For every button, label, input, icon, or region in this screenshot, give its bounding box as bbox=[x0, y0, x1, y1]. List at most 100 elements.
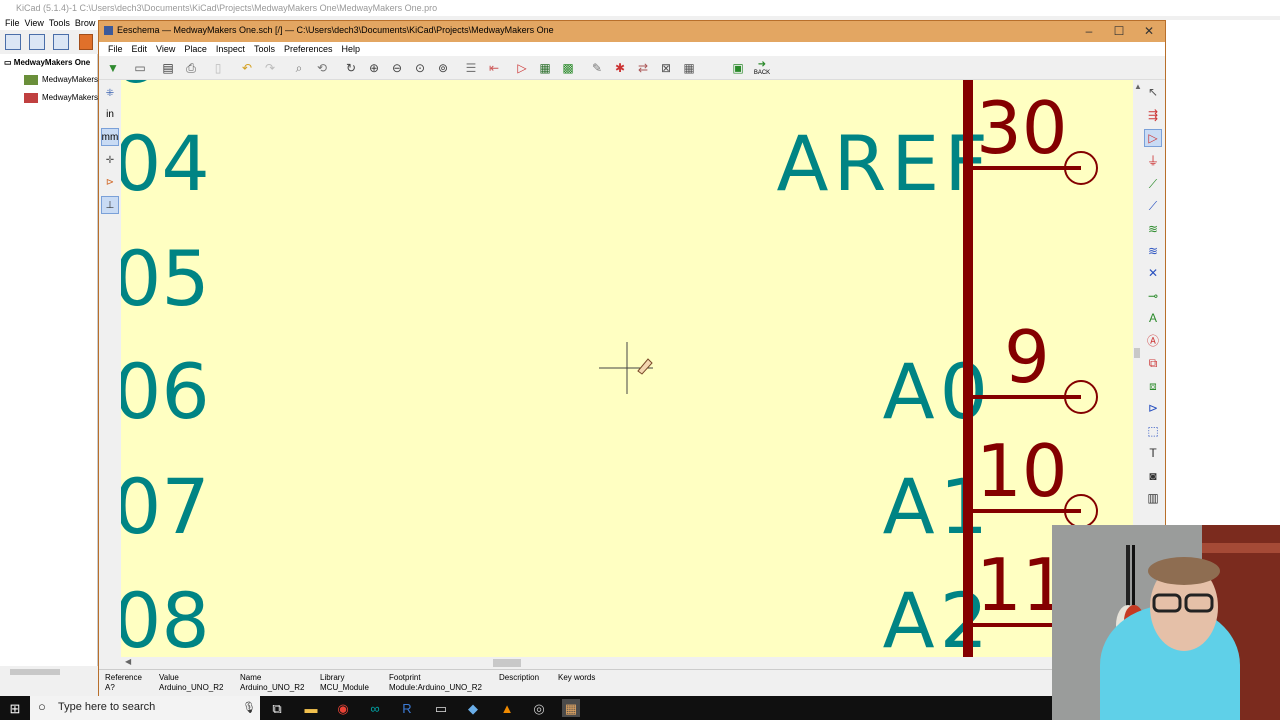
terminal-icon[interactable]: ▭ bbox=[432, 699, 450, 717]
hierarchical-label-icon[interactable]: ⧉ bbox=[1144, 354, 1162, 372]
find-icon[interactable]: ⌕ bbox=[290, 59, 308, 77]
pin-number-9: 9 bbox=[1004, 315, 1050, 399]
paste-icon[interactable]: ▯ bbox=[209, 59, 227, 77]
bus-bus-entry-icon[interactable]: ≋ bbox=[1144, 242, 1162, 260]
search-icon: ○ bbox=[38, 699, 46, 714]
hierarchical-sheet-icon[interactable]: ⧈ bbox=[1144, 377, 1162, 395]
menu-preferences[interactable]: Preferences bbox=[284, 44, 333, 54]
tree-item-pcb[interactable]: MedwayMakers bbox=[24, 93, 98, 103]
add-wire-icon[interactable]: ⟋ bbox=[1144, 175, 1162, 193]
menu-inspect[interactable]: Inspect bbox=[216, 44, 245, 54]
annotate-icon[interactable]: ✎ bbox=[588, 59, 606, 77]
import-sheet-pin-icon[interactable]: ⊳ bbox=[1144, 399, 1162, 417]
zoom-selection-icon[interactable]: ⊚ bbox=[434, 59, 452, 77]
select-icon[interactable]: ↖ bbox=[1144, 83, 1162, 101]
no-connect-icon[interactable]: ✕ bbox=[1144, 264, 1162, 282]
open-project-icon[interactable] bbox=[53, 34, 69, 50]
delete-icon[interactable]: ▥ bbox=[1144, 489, 1162, 507]
pcbnew-icon[interactable]: ▣ bbox=[729, 59, 747, 77]
add-image-icon[interactable]: ◙ bbox=[1144, 467, 1162, 485]
add-junction-icon[interactable]: ⊸ bbox=[1144, 287, 1162, 305]
add-power-icon[interactable]: ⏚ bbox=[1144, 152, 1162, 170]
netlist-icon[interactable]: ⊠ bbox=[657, 59, 675, 77]
pm-menu-tools[interactable]: Tools bbox=[49, 18, 70, 28]
add-label-icon[interactable]: A bbox=[1144, 309, 1162, 327]
menu-file[interactable]: File bbox=[108, 44, 123, 54]
new-from-template-icon[interactable] bbox=[29, 34, 45, 50]
menu-help[interactable]: Help bbox=[341, 44, 360, 54]
tree-root[interactable]: ▭ MedwayMakers One bbox=[4, 58, 90, 67]
arduino-icon[interactable]: ∞ bbox=[366, 699, 384, 717]
plot-icon[interactable]: ⎙ bbox=[182, 59, 200, 77]
pin-number-10: 10 bbox=[976, 429, 1068, 513]
zoom-in-icon[interactable]: ⊕ bbox=[365, 59, 383, 77]
update-pcb-icon[interactable]: ▼ bbox=[104, 59, 122, 77]
vlc-icon[interactable]: ▲ bbox=[498, 699, 516, 717]
find-replace-icon[interactable]: ⟲ bbox=[313, 59, 331, 77]
sheet-settings-icon[interactable]: ▭ bbox=[131, 59, 149, 77]
maximize-icon[interactable]: ☐ bbox=[1105, 23, 1133, 39]
add-symbol-icon[interactable]: ▷ bbox=[1144, 129, 1162, 147]
add-bus-icon[interactable]: ⟋ bbox=[1144, 197, 1162, 215]
mm-units-button[interactable]: mm bbox=[101, 128, 119, 146]
task-view-icon[interactable]: ⧉ bbox=[268, 699, 286, 717]
add-text-icon[interactable]: T bbox=[1144, 444, 1162, 462]
back-button[interactable]: ➜ BACK bbox=[751, 59, 773, 77]
menu-place[interactable]: Place bbox=[184, 44, 207, 54]
schematic-file-icon bbox=[24, 75, 38, 85]
orthogonal-lines-icon[interactable]: ⊥ bbox=[101, 196, 119, 214]
canvas-horizontal-scrollbar[interactable]: ◀ bbox=[121, 657, 1141, 669]
save-project-icon[interactable] bbox=[79, 34, 93, 50]
hidden-pins-icon[interactable]: ⊳ bbox=[101, 173, 119, 191]
file-explorer-icon[interactable]: ▬ bbox=[302, 699, 320, 717]
obs-icon[interactable]: ◎ bbox=[530, 699, 548, 717]
app-r-icon[interactable]: R bbox=[398, 699, 416, 717]
print-icon[interactable]: ▤ bbox=[159, 59, 177, 77]
start-icon[interactable]: ⊞ bbox=[6, 699, 24, 717]
footprint-editor-icon[interactable]: ▩ bbox=[559, 59, 577, 77]
global-label-icon[interactable]: Ⓐ bbox=[1144, 332, 1162, 350]
pm-menu-file[interactable]: File bbox=[5, 18, 20, 28]
close-icon[interactable]: ✕ bbox=[1135, 23, 1163, 39]
erc-icon[interactable]: ✱ bbox=[611, 59, 629, 77]
undo-icon[interactable]: ↶ bbox=[238, 59, 256, 77]
project-manager-toolbar bbox=[0, 30, 100, 54]
eeschema-app-icon bbox=[104, 26, 113, 35]
refresh-icon[interactable]: ↻ bbox=[342, 59, 360, 77]
inch-units-button[interactable]: in bbox=[101, 105, 119, 123]
pm-menu-view[interactable]: View bbox=[25, 18, 44, 28]
status-reference: Reference A? bbox=[105, 673, 142, 692]
window-title: Eeschema — MedwayMakers One.sch [/] — C:… bbox=[117, 25, 554, 35]
wire-bus-entry-icon[interactable]: ≋ bbox=[1144, 220, 1162, 238]
grid-toggle-icon[interactable]: ⁜ bbox=[101, 84, 119, 102]
back-arrow-icon: ➜ bbox=[757, 59, 767, 70]
status-library: Library MCU_Module bbox=[320, 673, 369, 692]
tree-item-schematic[interactable]: MedwayMakers bbox=[24, 75, 98, 85]
app-blue-icon[interactable]: ◆ bbox=[464, 699, 482, 717]
zoom-fit-icon[interactable]: ⊙ bbox=[411, 59, 429, 77]
highlight-net-icon[interactable]: ⇶ bbox=[1144, 106, 1162, 124]
new-project-icon[interactable] bbox=[5, 34, 21, 50]
bom-icon[interactable]: ▦ bbox=[680, 59, 698, 77]
taskbar-search[interactable]: ○ Type here to search 🎙 bbox=[30, 696, 260, 720]
menu-edit[interactable]: Edit bbox=[132, 44, 148, 54]
menu-view[interactable]: View bbox=[156, 44, 175, 54]
schematic-canvas[interactable]: 6 04 05 06 07 08 AREF A0 A1 A2 bbox=[121, 80, 1133, 657]
symbol-browser-icon[interactable]: ▦ bbox=[536, 59, 554, 77]
minimize-icon[interactable]: – bbox=[1075, 23, 1103, 39]
graphic-lines-icon[interactable]: ⬚ bbox=[1144, 422, 1162, 440]
project-tree-scrollbar[interactable] bbox=[0, 666, 98, 678]
hierarchy-navigator-icon[interactable]: ☰ bbox=[462, 59, 480, 77]
zoom-out-icon[interactable]: ⊖ bbox=[388, 59, 406, 77]
redo-icon[interactable]: ↷ bbox=[261, 59, 279, 77]
cursor-shape-icon[interactable]: ✛ bbox=[101, 151, 119, 169]
pm-menu-browse[interactable]: Brow bbox=[75, 18, 96, 28]
webcam-overlay bbox=[1052, 525, 1280, 720]
kicad-taskbar-icon[interactable]: ▦ bbox=[562, 699, 580, 717]
leave-sheet-icon[interactable]: ⇤ bbox=[485, 59, 503, 77]
microphone-icon[interactable]: 🎙 bbox=[242, 701, 256, 714]
symbol-editor-icon[interactable]: ▷ bbox=[513, 59, 531, 77]
chrome-icon[interactable]: ◉ bbox=[334, 699, 352, 717]
menu-tools[interactable]: Tools bbox=[254, 44, 275, 54]
assign-footprints-icon[interactable]: ⇄ bbox=[634, 59, 652, 77]
